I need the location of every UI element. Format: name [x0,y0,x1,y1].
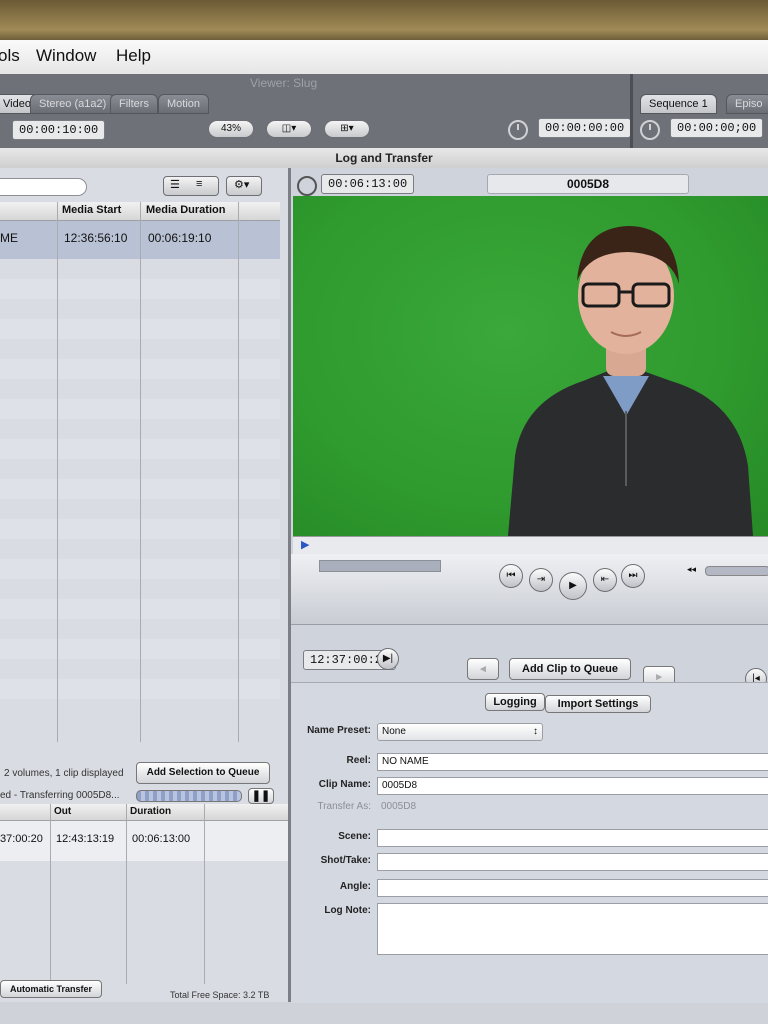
tab-logging[interactable]: Logging [485,693,545,711]
sequence-clock-icon [640,120,660,140]
queue-row[interactable]: 37:00:20 12:43:13:19 00:06:13:00 [0,821,288,861]
automatic-transfer-button[interactable]: Automatic Transfer [0,980,102,998]
name-preset-select[interactable]: None ↕ [377,723,543,741]
queue-out: 12:43:13:19 [56,833,115,845]
queue-in: 37:00:20 [0,833,43,845]
pane-divider [630,74,633,148]
clock-icon [508,120,528,140]
tab-episode[interactable]: Episo [726,94,768,114]
log-note-label: Log Note: [324,905,371,916]
clip-media-duration: 00:06:19:10 [148,231,212,245]
list-view-icon[interactable]: ☰ [170,178,180,191]
overlay-popup[interactable]: ⊞▾ [324,120,370,138]
gear-icon: ⚙▾ [234,179,250,191]
play-button[interactable]: ▶ [559,572,587,600]
clip-name: ME [0,231,18,245]
clip-title: 0005D8 [487,174,689,194]
transfer-progress [136,790,242,802]
shot-take-field[interactable] [377,853,768,871]
angle-field[interactable] [377,879,768,897]
transfer-as-label: Transfer As: [317,801,371,812]
scene-field[interactable] [377,829,768,847]
col-duration[interactable]: Duration [130,806,171,817]
add-selection-button[interactable]: Add Selection to Queue [136,762,270,784]
col-media-duration[interactable]: Media Duration [146,204,225,216]
search-input[interactable] [0,178,87,196]
sequence-timecode[interactable]: 00:00:00;00 [670,118,764,138]
jog-shuttle[interactable] [319,560,441,572]
transfer-status: ed - Transferring 0005D8... [0,790,120,801]
queue-header: Out Duration [0,804,288,821]
mark-in-button[interactable]: ▶| [377,648,399,670]
hierarchy-view-icon[interactable]: ≡ [196,178,202,190]
shuttle-left-icon: ◂◂ [687,564,697,574]
tab-filters[interactable]: Filters [110,94,158,114]
menu-tools[interactable]: ols [0,46,20,66]
playhead-icon[interactable]: ▶ [301,538,309,551]
transfer-as-value: 0005D8 [381,801,417,812]
go-to-end-button[interactable]: ⏭ [621,564,645,588]
logging-form: Logging Import Settings Name Preset: Non… [291,682,768,1003]
name-preset-label: Name Preset: [307,725,371,736]
clip-name-label: Clip Name: [318,779,371,790]
pause-button[interactable]: ❚❚ [248,788,274,804]
play-in-to-out-button[interactable]: ⇥ [529,568,553,592]
add-clip-to-queue-button[interactable]: Add Clip to Queue [509,658,631,680]
log-transfer-title: Log and Transfer [0,148,768,169]
duration-clock-icon [297,176,317,196]
view-popup[interactable]: ◫▾ [266,120,312,138]
view-toggle[interactable]: ☰ ≡ [163,176,219,196]
prev-clip-button[interactable]: ◂ [467,658,499,680]
tab-import-settings[interactable]: Import Settings [545,695,651,713]
angle-label: Angle: [339,881,371,892]
shuttle-slider[interactable] [705,566,768,576]
go-to-start-button[interactable]: ⏮ [499,564,523,588]
menu-help[interactable]: Help [116,46,151,66]
clip-media-start: 12:36:56:10 [64,231,128,245]
viewer-duration-timecode[interactable]: 00:00:10:00 [12,120,106,140]
column-divider [50,804,51,984]
tab-stereo[interactable]: Stereo (a1a2) [30,94,116,114]
column-divider [204,804,205,984]
screen: ols Window Help Viewer: Slug Video Stere… [0,40,768,1024]
free-space: Total Free Space: 3.2 TB [170,990,270,1000]
transport-controls: ⏮ ⇥ ▶ ⇤ ⏭ ◂◂ [291,554,768,625]
column-divider [57,202,58,742]
menu-window[interactable]: Window [36,46,96,66]
name-preset-value: None [382,726,406,737]
zoom-popup[interactable]: 43% [208,120,254,138]
scrubber-bar[interactable]: ▶ [293,536,768,555]
col-out[interactable]: Out [54,806,71,817]
column-divider [140,202,141,742]
preview-pane: 00:06:13:00 0005D8 ▶ ⏮ ⇥ ▶ ⇤ ⏭ ◂◂ 12:37:… [291,168,768,1003]
reel-label: Reel: [346,755,371,766]
shot-take-label: Shot/Take: [320,855,371,866]
browser-summary: 2 volumes, 1 clip displayed [4,768,124,779]
viewer-window: Viewer: Slug Video Stereo (a1a2) Filters… [0,74,768,148]
viewer-current-timecode[interactable]: 00:00:00:00 [538,118,632,138]
viewer-title: Viewer: Slug [250,76,318,90]
presenter-image [508,226,753,536]
video-preview [293,196,768,536]
browser-pane: ☰ ≡ ⚙▾ Media Start Media Duration ME 12:… [0,168,291,1002]
tab-motion[interactable]: Motion [158,94,210,114]
clip-duration-timecode[interactable]: 00:06:13:00 [321,174,415,194]
play-around-button[interactable]: ⇤ [593,568,617,592]
log-note-field[interactable] [377,903,768,955]
clip-name-field[interactable]: 0005D8 [377,777,768,795]
scene-label: Scene: [338,831,371,842]
action-menu[interactable]: ⚙▾ [226,176,262,196]
select-arrows-icon: ↕ [533,726,538,737]
tab-sequence-1[interactable]: Sequence 1 [640,94,717,114]
menu-bar: ols Window Help [0,40,768,75]
column-divider [126,804,127,984]
column-divider [238,202,239,742]
queue-duration: 00:06:13:00 [132,833,191,845]
col-media-start[interactable]: Media Start [62,204,121,216]
reel-field[interactable]: NO NAME [377,753,768,771]
